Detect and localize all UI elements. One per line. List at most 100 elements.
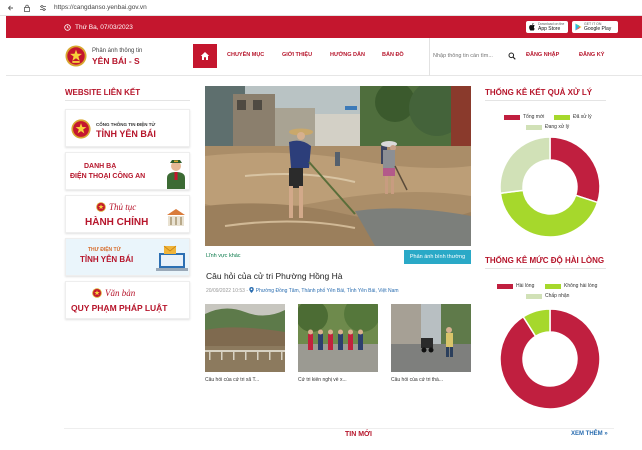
link-card-5-big: QUY PHẠM PHÁP LUẬT <box>71 303 168 313</box>
link-card-danh-ba[interactable]: DANH BẠ ĐIỆN THOẠI CÔNG AN <box>65 152 190 190</box>
river-photo <box>205 304 285 372</box>
news-thumb-2-caption[interactable]: Cử tri kiến nghị về x... <box>298 377 378 383</box>
register-link[interactable]: ĐĂNG KÝ <box>579 52 604 58</box>
legend-dang-xu-ly: Đang xử lý <box>526 124 569 130</box>
legend-label: Đã xử lý <box>573 114 592 120</box>
page: { "browser": { "url": "https://cangdanso… <box>0 0 642 450</box>
news-thumb-3-caption[interactable]: Câu hỏi của cử tri thà... <box>391 377 471 383</box>
street-police-photo <box>391 304 471 372</box>
nav-ban-do[interactable]: BẢN ĐỒ <box>382 52 404 58</box>
legend-label: Tổng mới <box>523 114 545 120</box>
sidebar-title: WEBSITE LIÊN KẾT <box>65 88 141 97</box>
legend-label: Không hài lòng <box>564 283 598 289</box>
parade-photo <box>298 304 378 372</box>
browser-address-bar: https://cangdanso.yenbai.gov.vn <box>0 0 642 16</box>
donut-slice-tổng-mới[interactable] <box>549 136 601 204</box>
laptop-mail-icon <box>156 245 188 271</box>
back-arrow-icon[interactable] <box>6 3 15 12</box>
legend-tong-moi: Tổng mới <box>504 114 544 120</box>
link-card-3-big: HÀNH CHÍNH <box>85 217 149 228</box>
news-location: Phường Đồng Tâm, Thành phố Yên Bái, Tỉnh… <box>255 288 399 294</box>
app-store-text: App Store <box>538 26 561 32</box>
stats-satisfaction-underline <box>485 268 606 269</box>
legend-swatch <box>554 114 570 120</box>
national-emblem-icon[interactable] <box>65 45 87 67</box>
police-officer-icon <box>167 160 185 189</box>
report-type-text: Phản ánh bình thường <box>409 254 466 260</box>
section-divider <box>64 428 614 429</box>
stats-satisfaction-title: THỐNG KÊ MỨC ĐỘ HÀI LÒNG <box>485 256 605 265</box>
date-text: Thứ Ba, 07/03/2023 <box>75 23 133 31</box>
top-bar: Thứ Ba, 07/03/2023 Download on the App St… <box>6 16 642 38</box>
legend-swatch <box>497 283 513 289</box>
nav-huong-dan[interactable]: HƯỚNG DẪN <box>330 52 365 58</box>
emblem-small-icon <box>96 202 106 212</box>
legend-swatch <box>526 293 542 299</box>
news-thumb-1[interactable] <box>205 304 285 372</box>
link-card-2-line2: ĐIỆN THOẠI CÔNG AN <box>70 173 146 180</box>
nav-chuyen-muc[interactable]: CHUYÊN MỤC <box>227 52 264 58</box>
field-label[interactable]: Lĩnh vực khác <box>206 253 241 259</box>
apple-icon <box>529 23 535 31</box>
legend-chap-nhan: Chấp nhận <box>526 293 569 299</box>
site-settings-icon[interactable] <box>38 3 47 12</box>
link-card-2-line1: DANH BẠ <box>84 163 117 170</box>
sidebar-title-underline <box>65 100 190 101</box>
link-card-1-small: CỔNG THÔNG TIN ĐIỆN TỬ <box>96 122 156 127</box>
news-title[interactable]: Câu hỏi của cử tri Phường Hồng Hà <box>206 271 343 281</box>
featured-news-image[interactable] <box>205 86 471 246</box>
legend-da-xu-ly: Đã xử lý <box>554 114 592 120</box>
logo-title[interactable]: YÊN BÁI - S <box>92 56 140 66</box>
lock-icon <box>22 3 31 12</box>
news-thumb-2[interactable] <box>298 304 378 372</box>
see-more-link[interactable]: XEM THÊM » <box>571 431 608 437</box>
home-icon <box>200 52 210 60</box>
header-divider <box>429 38 430 76</box>
legend-label: Hài lòng <box>516 283 535 289</box>
google-play-icon <box>575 23 582 31</box>
legend-swatch <box>504 114 520 120</box>
stats-result-underline <box>485 100 606 101</box>
clock-icon <box>64 23 71 31</box>
emblem-small-icon <box>92 288 102 298</box>
news-date: 20/09/2022 10:53 - <box>206 288 248 294</box>
link-card-thu-tuc[interactable]: Thủ tục HÀNH CHÍNH <box>65 195 190 233</box>
link-card-3-italic: Thủ tục <box>109 202 137 212</box>
link-card-thu-dien-tu[interactable]: THƯ ĐIỆN TỬ TỈNH YÊN BÁI <box>65 238 190 276</box>
satisfaction-donut-chart <box>499 308 601 410</box>
emblem-icon <box>71 119 91 139</box>
search-input[interactable] <box>433 50 508 62</box>
link-card-4-line2: TỈNH YÊN BÁI <box>80 255 134 264</box>
login-link[interactable]: ĐĂNG NHẬP <box>526 52 559 58</box>
flooded-street-photo <box>205 86 471 246</box>
legend-swatch <box>526 124 542 130</box>
donut-slice-đang-xử-lý[interactable] <box>499 136 551 195</box>
link-card-cong-thong-tin[interactable]: CỔNG THÔNG TIN ĐIỆN TỬ TỈNH YÊN BÁI <box>65 109 190 147</box>
legend-label: Đang xử lý <box>545 124 570 130</box>
stats-result-title: THỐNG KÊ KẾT QUẢ XỬ LÝ <box>485 88 593 97</box>
news-thumb-1-caption[interactable]: Câu hỏi của cử tri xã T... <box>205 377 285 383</box>
date-display: Thứ Ba, 07/03/2023 <box>64 24 133 31</box>
donut-slice-đã-xử-lý[interactable] <box>499 189 599 238</box>
url-text[interactable]: https://cangdanso.yenbai.gov.vn <box>54 4 147 11</box>
site-header: Phản ánh thông tin YÊN BÁI - S CHUYÊN MỤ… <box>6 38 642 76</box>
logo-tagline: Phản ánh thông tin <box>92 48 143 54</box>
link-card-4-line1: THƯ ĐIỆN TỬ <box>88 247 121 253</box>
legend-swatch <box>545 283 561 289</box>
report-type-badge[interactable]: Phản ánh bình thường <box>404 250 471 264</box>
home-button[interactable] <box>193 44 217 68</box>
nav-gioi-thieu[interactable]: GIỚI THIỆU <box>282 52 312 58</box>
result-donut-chart <box>499 136 601 238</box>
app-store-button[interactable]: Download on the App Store <box>526 21 568 33</box>
search-icon[interactable] <box>508 52 516 60</box>
google-play-button[interactable]: GET IT ON Google Play <box>572 21 618 33</box>
news-meta: 20/09/2022 10:53 - Phường Đồng Tâm, Thàn… <box>206 287 399 294</box>
news-thumb-3[interactable] <box>391 304 471 372</box>
link-card-van-ban[interactable]: Văn bản QUY PHẠM PHÁP LUẬT <box>65 281 190 319</box>
google-play-text: Google Play <box>584 26 612 32</box>
latest-news-heading: TIN MỚI <box>345 431 372 438</box>
link-card-5-italic: Văn bản <box>105 288 136 298</box>
building-icon <box>167 209 185 226</box>
link-card-1-big: TỈNH YÊN BÁI <box>96 129 156 139</box>
legend-khong-hai-long: Không hài lòng <box>545 283 597 289</box>
